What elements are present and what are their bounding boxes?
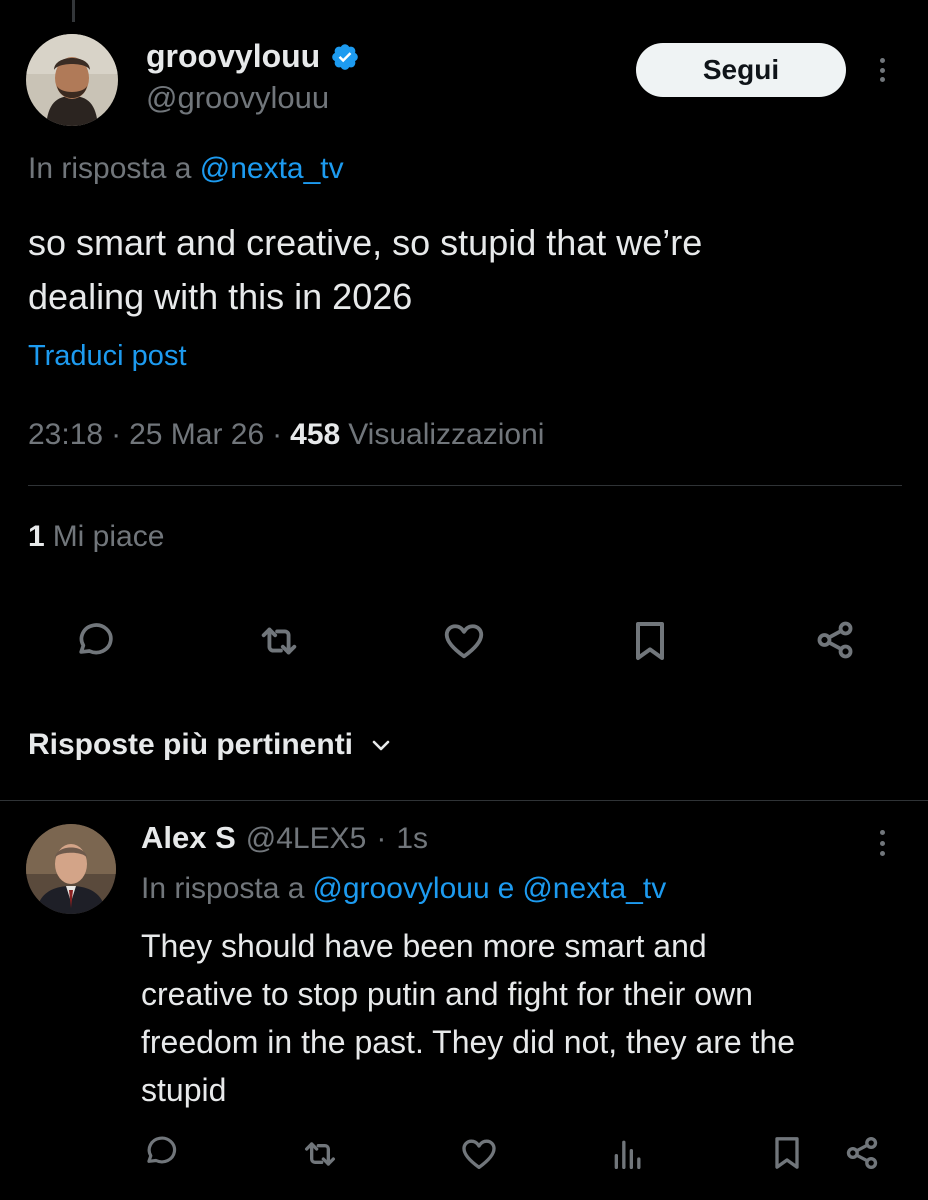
verified-badge-icon: [330, 42, 360, 72]
bookmark-icon[interactable]: [626, 616, 674, 666]
reply-author-avatar[interactable]: [26, 824, 116, 914]
likes-count: 1: [28, 520, 45, 553]
tweet-date[interactable]: 25 Mar 26: [129, 418, 264, 452]
reply-to-link[interactable]: @groovylouu: [312, 872, 489, 906]
bookmark-icon[interactable]: [767, 1132, 807, 1174]
retweet-icon[interactable]: [256, 618, 302, 664]
reply-time[interactable]: 1s: [396, 822, 428, 856]
like-icon[interactable]: [459, 1134, 499, 1174]
tweet-time[interactable]: 23:18: [28, 418, 103, 452]
likes-row[interactable]: 1 Mi piace: [28, 520, 164, 554]
views-icon[interactable]: [608, 1134, 648, 1174]
reply-prefix: In risposta a: [28, 152, 192, 185]
likes-label: Mi piace: [52, 520, 165, 553]
reply-to-link[interactable]: @nexta_tv: [200, 152, 344, 185]
reply-text: They should have been more smart and cre…: [141, 922, 795, 1114]
more-icon[interactable]: [878, 58, 886, 82]
follow-button[interactable]: Segui: [636, 43, 846, 97]
reply-to-link[interactable]: @nexta_tv: [522, 872, 666, 906]
retweet-icon[interactable]: [300, 1134, 340, 1174]
reply-conjunction: e: [497, 872, 515, 905]
divider: [28, 485, 902, 486]
share-icon[interactable]: [842, 1132, 882, 1174]
reply-text-line: creative to stop putin and fight for the…: [141, 976, 753, 1012]
reply-author-name[interactable]: Alex S: [141, 820, 236, 856]
reply-text-line: They should have been more smart and: [141, 928, 707, 964]
chevron-down-icon: [369, 733, 393, 757]
like-icon[interactable]: [441, 618, 487, 664]
reply-text-line: stupid: [141, 1072, 227, 1108]
views-count: 458: [290, 418, 341, 451]
author-avatar[interactable]: [26, 34, 118, 126]
tweet-text: so smart and creative, so stupid that we…: [28, 216, 702, 324]
views-label: Visualizzazioni: [348, 418, 545, 451]
thread-connector: [72, 0, 75, 22]
more-icon[interactable]: [878, 830, 886, 856]
tweet-text-line: dealing with this in 2026: [28, 276, 413, 317]
tweet-text-line: so smart and creative, so stupid that we…: [28, 222, 703, 263]
author-name[interactable]: groovylouu: [146, 38, 320, 75]
reply-icon[interactable]: [141, 1132, 179, 1170]
reply-icon[interactable]: [72, 618, 116, 662]
divider: [0, 800, 928, 801]
tweet-meta-row: 23:18 · 25 Mar 26 · 458 Visualizzazioni: [28, 418, 544, 452]
replies-sort-dropdown[interactable]: Risposte più pertinenti: [28, 728, 393, 762]
author-name-row: groovylouu: [146, 38, 360, 75]
meta-separator: ·: [272, 418, 283, 451]
reply-text-line: freedom in the past. They did not, they …: [141, 1024, 796, 1060]
author-handle[interactable]: @groovylouu: [146, 80, 329, 116]
translate-link[interactable]: Traduci post: [28, 340, 187, 373]
reply-prefix: In risposta a: [141, 872, 305, 905]
reply-author-handle[interactable]: @4LEX5: [246, 822, 367, 856]
meta-separator: ·: [376, 822, 387, 855]
share-icon[interactable]: [812, 616, 858, 664]
reply-header-row: Alex S @4LEX5 · 1s: [141, 820, 428, 856]
meta-separator: ·: [111, 418, 122, 451]
reply-context: In risposta a @groovylouu e @nexta_tv: [141, 872, 666, 906]
reply-context: In risposta a @nexta_tv: [28, 152, 344, 186]
replies-sort-label: Risposte più pertinenti: [28, 728, 354, 761]
